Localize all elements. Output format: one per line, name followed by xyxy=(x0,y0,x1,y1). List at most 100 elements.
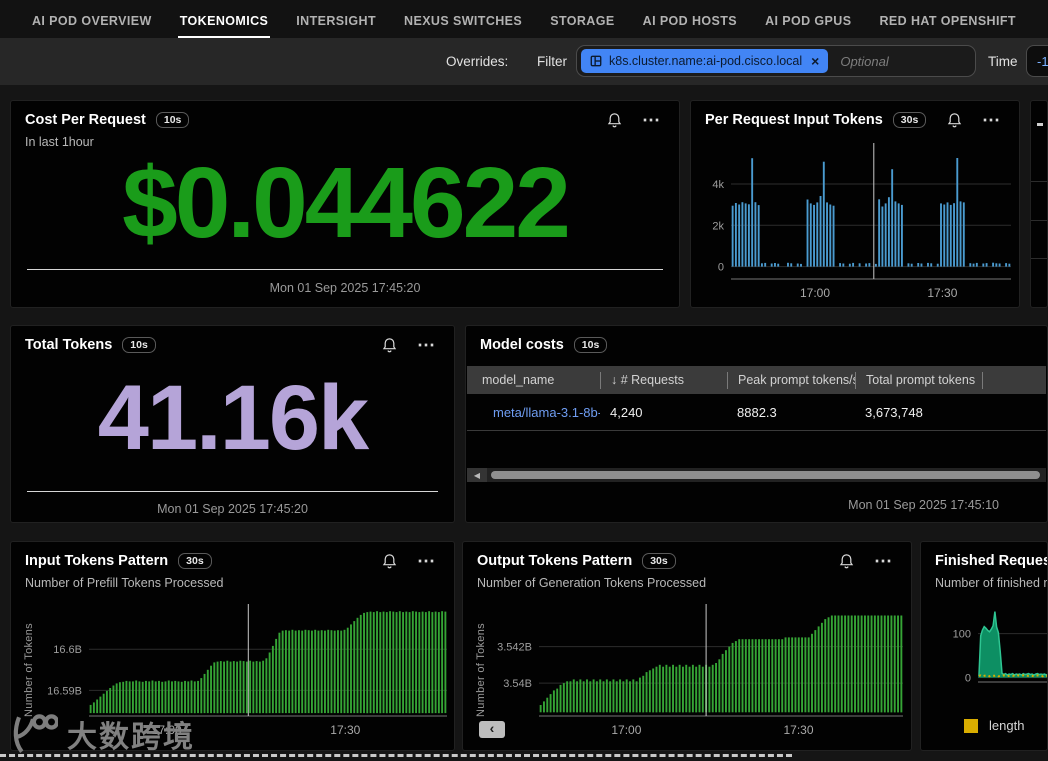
panel-title: Input Tokens Pattern xyxy=(25,553,168,569)
overrides-label: Overrides: xyxy=(446,54,508,69)
time-label: Time xyxy=(988,54,1018,69)
more-options-icon[interactable]: ⋯ xyxy=(417,341,436,349)
panel-title: Per Request Input Tokens xyxy=(705,112,883,128)
bell-icon[interactable] xyxy=(382,553,397,569)
metric-value: $0.044622 xyxy=(11,153,679,253)
svg-text:3.54B: 3.54B xyxy=(503,678,532,690)
metric-timestamp: Mon 01 Sep 2025 17:45:10 xyxy=(848,498,999,512)
panel-subtitle: Number of Generation Tokens Processed xyxy=(463,569,911,590)
more-options-icon[interactable]: ⋯ xyxy=(417,557,436,565)
overrides-toolbar: Overrides: Filter k8s.cluster.name:ai-po… xyxy=(0,38,1048,85)
legend-label: length xyxy=(989,718,1024,733)
panel-title: Output Tokens Pattern xyxy=(477,553,632,569)
refresh-interval-badge: 10s xyxy=(122,337,156,353)
tab-intersight[interactable]: INTERSIGHT xyxy=(294,2,378,38)
tab-ai-pod-hosts[interactable]: AI POD HOSTS xyxy=(641,2,739,38)
svg-text:100: 100 xyxy=(953,629,971,641)
chip-remove-icon[interactable]: × xyxy=(811,53,819,69)
panel-title: Cost Per Request xyxy=(25,112,146,128)
svg-text:2k: 2k xyxy=(712,220,724,232)
model-name-link[interactable]: meta/llama-3.1-8b-… xyxy=(467,405,600,420)
grid-row-divider xyxy=(0,754,792,757)
column-header-total-prompt-tokens[interactable]: Total prompt tokens xyxy=(855,372,982,389)
panel-input-tokens-pattern: Input Tokens Pattern 30s ⋯ Number of Pre… xyxy=(10,541,455,751)
svg-text:17:00: 17:00 xyxy=(800,286,830,300)
metric-value: 41.16k xyxy=(11,367,454,469)
filter-input[interactable]: k8s.cluster.name:ai-pod.cisco.local × Op… xyxy=(576,45,976,77)
bell-icon[interactable] xyxy=(382,337,397,353)
tab-red-hat-openshift[interactable]: RED HAT OPENSHIFT xyxy=(878,2,1018,38)
columns-icon xyxy=(590,55,602,67)
table-header: model_name ↓ # Requests Peak prompt toke… xyxy=(467,366,1046,394)
tab-ai-pod-gpus[interactable]: AI POD GPUS xyxy=(763,2,853,38)
filter-placeholder: Optional xyxy=(840,54,888,69)
panel-subtitle: Number of Prefill Tokens Processed xyxy=(11,569,454,590)
cell-requests: 4,240 xyxy=(600,405,727,420)
panel-finished-requests: Finished Requests Number of finished re … xyxy=(920,541,1048,751)
refresh-interval-badge: 10s xyxy=(156,112,190,128)
svg-text:17:30: 17:30 xyxy=(783,723,813,737)
refresh-interval-badge: 30s xyxy=(893,112,927,128)
metric-timestamp: Mon 01 Sep 2025 17:45:20 xyxy=(11,281,679,295)
panel-total-tokens: Total Tokens 10s ⋯ 41.16k Mon 01 Sep 202… xyxy=(10,325,455,523)
legend-swatch xyxy=(964,719,978,733)
time-input[interactable]: -1 xyxy=(1026,45,1048,77)
refresh-interval-badge: 30s xyxy=(178,553,212,569)
column-header-requests[interactable]: ↓ # Requests xyxy=(600,372,727,389)
more-options-icon[interactable]: ⋯ xyxy=(874,557,893,565)
tab-ai-pod-overview[interactable]: AI POD OVERVIEW xyxy=(30,2,154,38)
chart-output-tokens-pattern[interactable]: 3.54B 3.542B 17:00 17:30 xyxy=(469,602,907,742)
svg-text:17:30: 17:30 xyxy=(927,286,957,300)
column-header-model-name[interactable]: model_name xyxy=(467,372,600,389)
panel-subtitle: Number of finished re xyxy=(921,569,1047,590)
cell-peak-prompt-tokens: 8882.3 xyxy=(727,405,855,420)
filter-label: Filter xyxy=(537,54,567,69)
column-header-clipped xyxy=(982,372,1046,389)
horizontal-scrollbar[interactable]: ◀ xyxy=(467,468,1046,482)
svg-text:4k: 4k xyxy=(712,179,724,191)
tab-storage[interactable]: STORAGE xyxy=(548,2,616,38)
tab-tokenomics[interactable]: TOKENOMICS xyxy=(178,2,271,38)
chart-per-request-input-tokens[interactable]: 0 2k 4k 17:00 17:30 xyxy=(693,141,1017,303)
filter-chip[interactable]: k8s.cluster.name:ai-pod.cisco.local × xyxy=(581,49,828,73)
svg-text:16.6B: 16.6B xyxy=(53,644,82,656)
bell-icon[interactable] xyxy=(839,553,854,569)
panel-output-tokens-pattern: Output Tokens Pattern 30s ⋯ Number of Ge… xyxy=(462,541,912,751)
panel-title: Model costs xyxy=(480,337,564,353)
svg-text:17:00: 17:00 xyxy=(611,723,641,737)
svg-text:16.59B: 16.59B xyxy=(47,685,82,697)
scrollbar-thumb[interactable] xyxy=(491,471,1040,479)
svg-text:17:30: 17:30 xyxy=(330,723,360,737)
bell-icon[interactable] xyxy=(607,112,622,128)
more-options-icon[interactable]: ⋯ xyxy=(982,116,1001,124)
panel-cost-per-request: Cost Per Request 10s ⋯ In last 1hour $0.… xyxy=(10,100,680,308)
scroll-left-icon[interactable]: ◀ xyxy=(467,468,487,482)
top-nav: AI POD OVERVIEW TOKENOMICS INTERSIGHT NE… xyxy=(0,0,1048,38)
svg-text:0: 0 xyxy=(718,262,724,274)
cell-total-prompt-tokens: 3,673,748 xyxy=(855,405,982,420)
metric-timestamp: Mon 01 Sep 2025 17:45:20 xyxy=(11,502,454,516)
chart-legend[interactable]: length xyxy=(964,718,1024,733)
panel-title: Finished Requests xyxy=(935,553,1048,569)
tab-nexus-switches[interactable]: NEXUS SWITCHES xyxy=(402,2,524,38)
panel-per-request-input-tokens: Per Request Input Tokens 30s ⋯ 0 2k 4k 17:0… xyxy=(690,100,1020,308)
metric-divider xyxy=(27,269,663,270)
chart-input-tokens-pattern[interactable]: 16.59B 16.6B 17:00 17:30 xyxy=(19,602,451,742)
svg-text:3.542B: 3.542B xyxy=(497,642,532,654)
chart-finished-requests[interactable]: 0 100 xyxy=(921,590,1048,690)
svg-text:17:00: 17:00 xyxy=(152,723,182,737)
scroll-back-icon[interactable]: ‹ xyxy=(479,721,505,738)
more-options-icon[interactable]: ⋯ xyxy=(642,116,661,124)
table-row[interactable]: meta/llama-3.1-8b-… 4,240 8882.3 3,673,7… xyxy=(467,394,1046,431)
column-header-peak-prompt-tokens[interactable]: Peak prompt tokens/s xyxy=(727,372,855,389)
clipped-title-fragment xyxy=(1037,123,1043,126)
refresh-interval-badge: 10s xyxy=(574,337,608,353)
filter-chip-label: k8s.cluster.name:ai-pod.cisco.local xyxy=(609,54,802,68)
metric-divider xyxy=(27,491,438,492)
panel-title: Total Tokens xyxy=(25,337,112,353)
svg-text:0: 0 xyxy=(965,673,971,685)
panel-clipped xyxy=(1030,100,1048,308)
bell-icon[interactable] xyxy=(947,112,962,128)
refresh-interval-badge: 30s xyxy=(642,553,676,569)
panel-model-costs: Model costs 10s model_name ↓ # Requests … xyxy=(465,325,1048,523)
